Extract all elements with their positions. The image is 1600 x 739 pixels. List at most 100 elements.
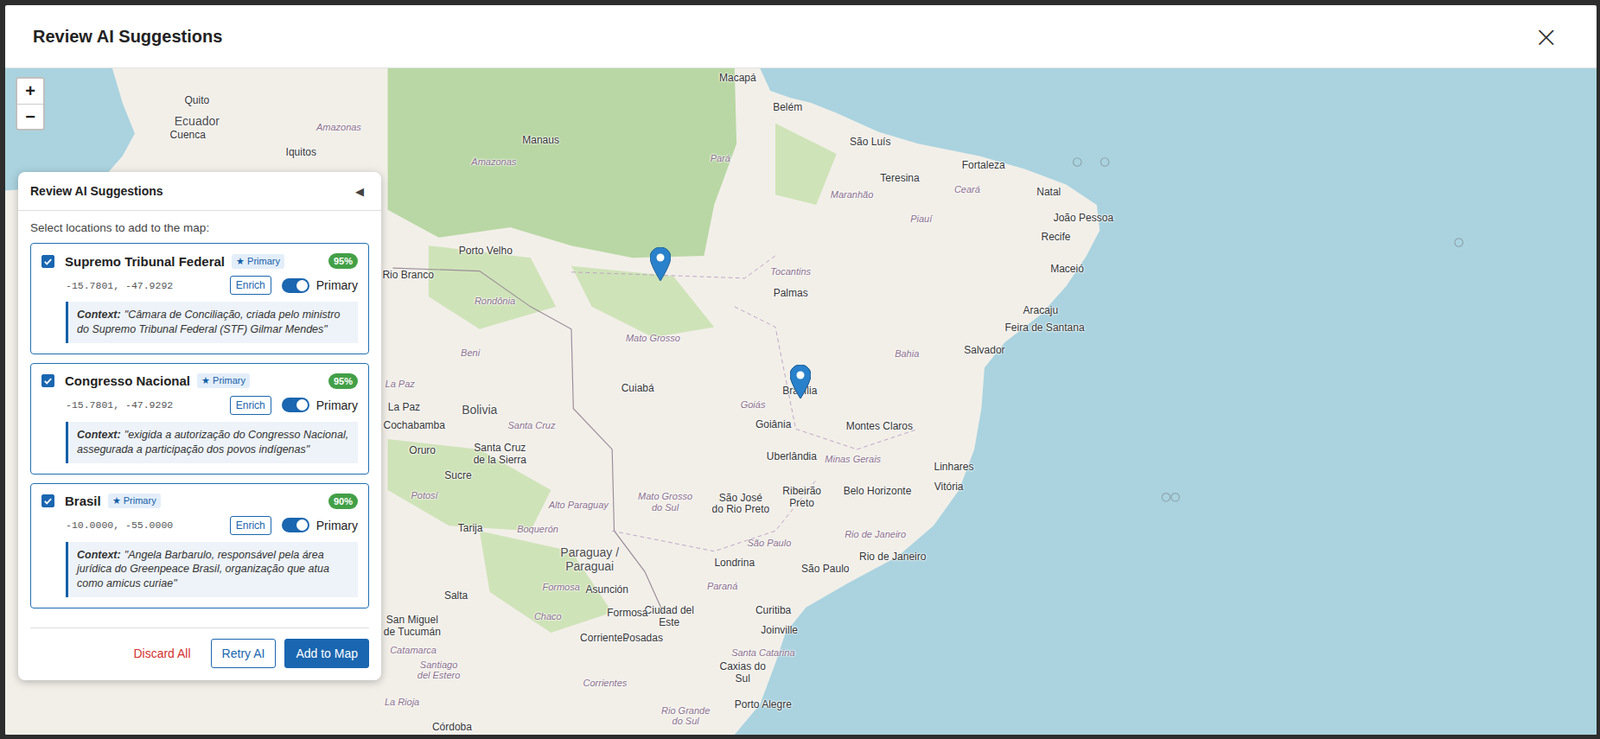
panel-header: Review AI Suggestions ◀ (18, 172, 382, 211)
map-label: La Paz (385, 378, 415, 390)
action-button[interactable]: Retry AI (210, 638, 277, 669)
action-button[interactable]: Add to Map (284, 638, 370, 669)
map-label: Formosa (541, 581, 580, 593)
toggle-label: Primary (316, 278, 358, 293)
map-pin-icon[interactable] (650, 247, 671, 281)
suggestion-name: Brasil (64, 493, 102, 509)
primary-badge: ★ Primary (231, 254, 285, 269)
suggestion-controls: -10.0000, -55.0000EnrichPrimary (41, 516, 358, 536)
map-label: Corrientes (580, 632, 628, 645)
toggle-label: Primary (316, 518, 358, 533)
map-label: Alto Paraguay (548, 498, 609, 510)
map-label: João Pessoa (1053, 213, 1114, 226)
map-label: Santiago del Estero (417, 659, 461, 682)
primary-badge: ★ Primary (197, 373, 250, 389)
map-label: Teresina (879, 173, 919, 186)
enrich-button[interactable]: Enrich (229, 275, 272, 295)
suggestion-card: Brasil★ Primary90%-10.0000, -55.0000Enri… (30, 483, 370, 610)
suggestion-title-row: Brasil★ Primary90% (41, 493, 358, 510)
context-quote: Context:"Angela Barbarulo, responsável p… (65, 541, 358, 599)
suggestion-card: Congresso Nacional★ Primary95%-15.7801, … (30, 363, 370, 475)
map-label: São Luís (849, 136, 891, 149)
panel-footer: Discard All Retry AIAdd to Map (30, 627, 370, 681)
map-label: Linhares (934, 461, 975, 474)
map-label: Goiânia (755, 419, 791, 432)
map-label: Curitiba (755, 605, 791, 618)
primary-toggle[interactable] (281, 278, 310, 294)
map-label: Chaco (534, 611, 562, 623)
zoom-in-button[interactable]: + (17, 78, 44, 104)
map-label: Rio Branco (382, 270, 434, 283)
backdrop: Review AI Suggestions×QuitoEcuadorCuenca… (0, 0, 1600, 739)
map-label: Manaus (522, 134, 560, 147)
map-label: Porto Velho (458, 245, 513, 258)
suggestions-panel: Review AI Suggestions◀Select locations t… (18, 172, 382, 681)
primary-toggle[interactable] (281, 397, 310, 413)
context-quote: Context:"exigida a autorização do Congre… (65, 421, 358, 464)
dialog-title: Review AI Suggestions (32, 26, 223, 47)
close-button[interactable]: × (1529, 19, 1565, 53)
map-label: La Rioja (384, 696, 420, 708)
map-label: Tocantins (770, 265, 811, 277)
map-label: Potosí (410, 490, 438, 502)
toggle-knob (296, 519, 308, 531)
map-label: São Paulo (747, 537, 792, 549)
confidence-badge: 95% (328, 373, 358, 389)
context-quote: Context:"Câmara de Conciliação, criada p… (65, 301, 358, 344)
dialog-header: Review AI Suggestions × (5, 5, 1597, 69)
map-label: Rio de Janeiro (844, 528, 906, 540)
context-label: Context: (76, 308, 122, 321)
suggestion-checkbox[interactable] (41, 374, 55, 388)
map-label: Recife (1041, 231, 1071, 244)
map-label: Ribeirão Preto (782, 486, 822, 511)
coordinates: -15.7801, -47.9292 (65, 280, 173, 292)
toggle-label: Primary (316, 398, 358, 413)
collapse-button[interactable]: ◀ (350, 184, 370, 199)
map-label: Rondônia (474, 294, 516, 306)
context-label: Context: (76, 428, 122, 441)
suggestion-checkbox[interactable] (41, 254, 55, 268)
map-label: Ceará (954, 184, 981, 196)
map-label: Caxias do Sul (720, 661, 766, 686)
map[interactable]: QuitoEcuadorCuencaIquitosAmazonasMacapáB… (5, 68, 1597, 735)
suggestion-controls: -15.7801, -47.9292 Enrich Primary (41, 395, 358, 415)
map-label: Cochabamba (383, 420, 446, 433)
map-label: Beni (460, 347, 480, 359)
zoom-out-button[interactable]: − (17, 103, 44, 129)
map-label: Amazonas (316, 121, 362, 134)
map-label: Cuiabá (621, 382, 655, 396)
enrich-button[interactable]: Enrich (229, 516, 272, 536)
map-label: Sucre (444, 470, 472, 483)
map-label: Porto Alegre (734, 699, 792, 712)
map-label: Aracaju (1022, 305, 1059, 318)
map-label: Salta (444, 590, 468, 603)
zoom-control: +− (15, 76, 45, 131)
confidence-badge: 95% (328, 253, 358, 269)
suggestion-checkbox[interactable] (41, 494, 55, 508)
panel-title: Review AI Suggestions (30, 184, 164, 198)
enrich-button[interactable]: Enrich (229, 395, 272, 415)
map-label: Cuenca (170, 129, 206, 142)
map-label: Paraná (707, 580, 738, 593)
map-label: Palmas (773, 287, 809, 300)
review-dialog: Review AI Suggestions×QuitoEcuadorCuenca… (5, 5, 1597, 735)
map-label: Tarija (458, 522, 484, 536)
map-label: Santa Catarina (731, 646, 795, 658)
map-label: Fortaleza (962, 159, 1006, 173)
map-label: Montes Claros (846, 420, 913, 434)
map-pin-icon[interactable] (790, 364, 811, 399)
suggestion-card: Supremo Tribunal Federal★ Primary95%-15.… (30, 242, 370, 355)
map-label: Santa Cruz (507, 419, 555, 431)
map-label: Bahia (894, 348, 919, 360)
action-button[interactable]: Discard All (121, 638, 202, 669)
map-label: Rio Grande do Sul (661, 705, 710, 727)
coordinates: -15.7801, -47.9292 (65, 399, 173, 411)
primary-toggle[interactable] (281, 517, 310, 533)
map-label: Joinville (760, 624, 798, 638)
map-label: Córdoba (432, 721, 472, 734)
context-label: Context: (76, 548, 122, 561)
map-label: Oruro (408, 445, 436, 458)
map-label: Mato Grosso (625, 332, 681, 345)
map-label: Minas Gerais (824, 452, 881, 465)
map-label: Iquitos (286, 146, 317, 160)
